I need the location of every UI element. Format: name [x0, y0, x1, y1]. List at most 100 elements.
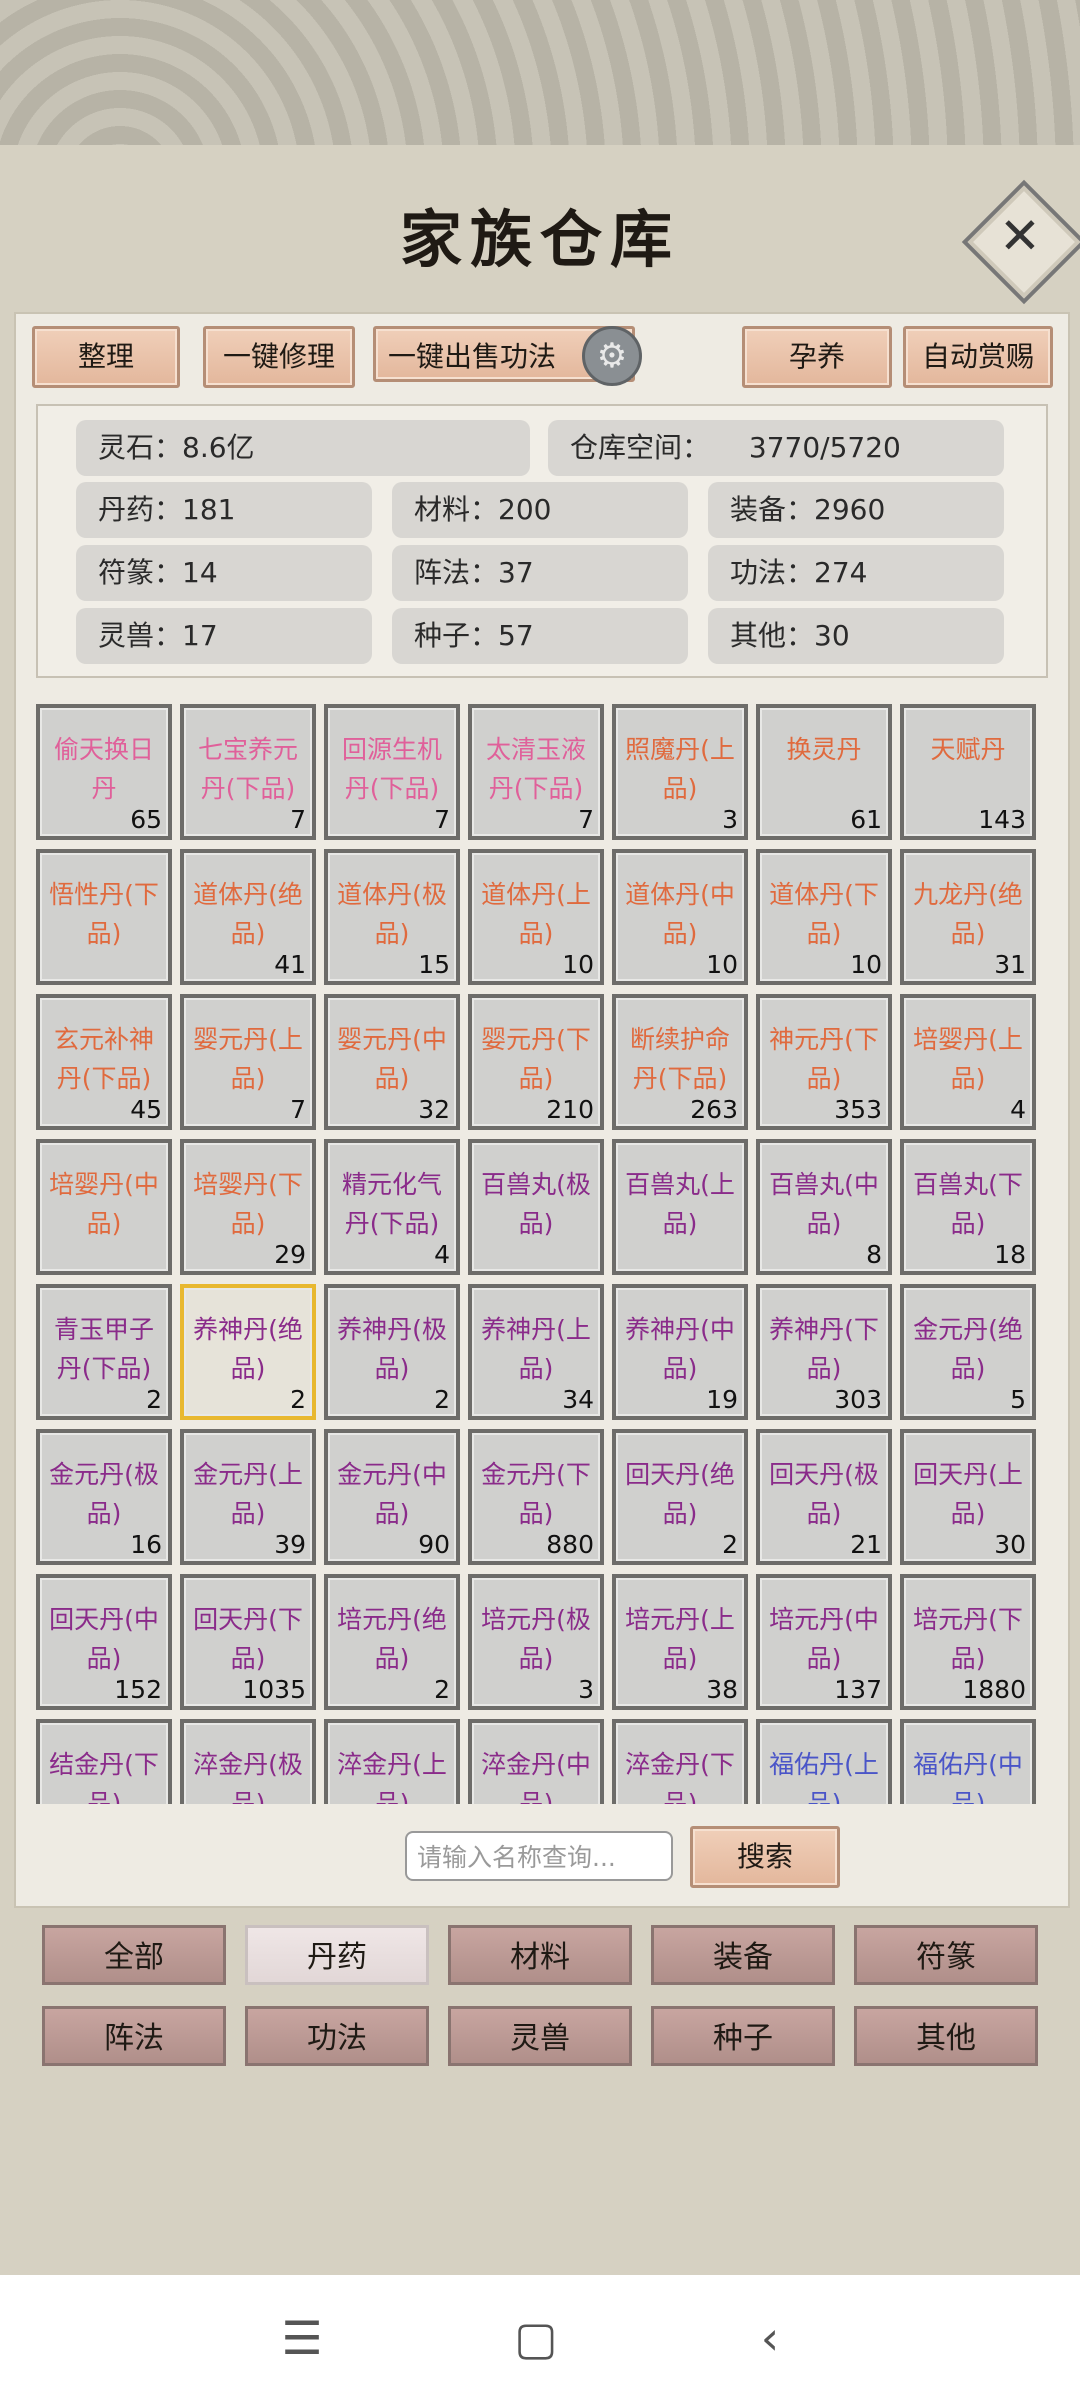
item-slot[interactable]: 培元丹(绝品) 2 — [324, 1574, 460, 1710]
item-slot[interactable]: 回天丹(上品) 30 — [900, 1429, 1036, 1565]
search-input[interactable]: 请输入名称查询... — [405, 1831, 673, 1881]
item-slot[interactable]: 金元丹(中品) 90 — [324, 1429, 460, 1565]
item-name: 培婴丹(下品) — [193, 1170, 303, 1238]
item-count: 2 — [290, 1385, 306, 1414]
item-count: 880 — [546, 1530, 594, 1559]
item-slot[interactable]: 道体丹(上品) 10 — [468, 849, 604, 985]
tab-5[interactable]: 阵法 — [42, 2006, 226, 2066]
item-slot[interactable]: 道体丹(绝品) 41 — [180, 849, 316, 985]
item-slot[interactable]: 照魔丹(上品) 3 — [612, 704, 748, 840]
tab-0[interactable]: 全部 — [42, 1925, 226, 1985]
item-slot[interactable]: 断续护命丹(下品) 263 — [612, 994, 748, 1130]
item-slot[interactable]: 太清玉液丹(下品) 7 — [468, 704, 604, 840]
item-slot[interactable]: 偷天换日丹 65 — [36, 704, 172, 840]
item-slot[interactable]: 七宝养元丹(下品) 7 — [180, 704, 316, 840]
item-slot[interactable]: 百兽丸(上品) — [612, 1139, 748, 1275]
home-icon[interactable]: ▢ — [496, 2298, 576, 2378]
item-slot[interactable]: 回天丹(下品) 1035 — [180, 1574, 316, 1710]
item-slot[interactable]: 培元丹(下品) 1880 — [900, 1574, 1036, 1710]
item-slot[interactable]: 玄元补神丹(下品) 45 — [36, 994, 172, 1130]
item-slot[interactable]: 金元丹(绝品) 5 — [900, 1284, 1036, 1420]
skills-stat: 功法：274 — [708, 545, 1004, 601]
item-slot[interactable]: 金元丹(下品) 880 — [468, 1429, 604, 1565]
tab-3[interactable]: 装备 — [651, 1925, 835, 1985]
item-slot[interactable]: 福佑丹(中品) — [900, 1719, 1036, 1804]
item-slot[interactable]: 养神丹(绝品) 2 — [180, 1284, 316, 1420]
item-slot[interactable]: 道体丹(中品) 10 — [612, 849, 748, 985]
organize-button[interactable]: 整理 — [32, 326, 180, 388]
item-name: 金元丹(下品) — [481, 1460, 591, 1528]
item-slot[interactable]: 百兽丸(下品) 18 — [900, 1139, 1036, 1275]
item-slot[interactable]: 神元丹(下品) 353 — [756, 994, 892, 1130]
item-slot[interactable]: 精元化气丹(下品) 4 — [324, 1139, 460, 1275]
item-count: 41 — [274, 950, 306, 979]
item-slot[interactable]: 培元丹(中品) 137 — [756, 1574, 892, 1710]
item-name: 养神丹(绝品) — [193, 1315, 303, 1383]
tab-2[interactable]: 材料 — [448, 1925, 632, 1985]
item-slot[interactable]: 百兽丸(中品) 8 — [756, 1139, 892, 1275]
item-slot[interactable]: 婴元丹(上品) 7 — [180, 994, 316, 1130]
item-slot[interactable]: 金元丹(极品) 16 — [36, 1429, 172, 1565]
item-slot[interactable]: 悟性丹(下品) — [36, 849, 172, 985]
item-count: 10 — [562, 950, 594, 979]
item-slot[interactable]: 培元丹(极品) 3 — [468, 1574, 604, 1710]
item-name: 婴元丹(上品) — [193, 1025, 303, 1093]
item-count: 16 — [130, 1530, 162, 1559]
item-slot[interactable]: 婴元丹(下品) 210 — [468, 994, 604, 1130]
item-slot[interactable]: 淬金丹(中品) — [468, 1719, 604, 1804]
formations-stat: 阵法：37 — [392, 545, 688, 601]
item-slot[interactable]: 金元丹(上品) 39 — [180, 1429, 316, 1565]
gear-icon[interactable]: ⚙ — [582, 326, 642, 386]
item-count: 15 — [418, 950, 450, 979]
item-count: 152 — [114, 1675, 162, 1704]
item-slot[interactable]: 换灵丹 61 — [756, 704, 892, 840]
close-icon[interactable]: ✕ — [984, 200, 1056, 272]
item-slot[interactable]: 九龙丹(绝品) 31 — [900, 849, 1036, 985]
tab-7[interactable]: 灵兽 — [448, 2006, 632, 2066]
item-slot[interactable]: 淬金丹(下品) — [612, 1719, 748, 1804]
item-slot[interactable]: 回天丹(中品) 152 — [36, 1574, 172, 1710]
menu-icon[interactable]: ☰ — [262, 2298, 342, 2378]
item-slot[interactable]: 福佑丹(上品) — [756, 1719, 892, 1804]
item-slot[interactable]: 养神丹(极品) 2 — [324, 1284, 460, 1420]
item-name: 神元丹(下品) — [769, 1025, 879, 1093]
tab-4[interactable]: 符篆 — [854, 1925, 1038, 1985]
tab-1[interactable]: 丹药 — [245, 1925, 429, 1985]
nurture-button[interactable]: 孕养 — [742, 326, 892, 388]
item-slot[interactable]: 青玉甲子丹(下品) 2 — [36, 1284, 172, 1420]
item-slot[interactable]: 养神丹(中品) 19 — [612, 1284, 748, 1420]
item-slot[interactable]: 培元丹(上品) 38 — [612, 1574, 748, 1710]
item-slot[interactable]: 道体丹(极品) 15 — [324, 849, 460, 985]
item-slot[interactable]: 培婴丹(上品) 4 — [900, 994, 1036, 1130]
auto-reward-button[interactable]: 自动赏赐 — [903, 326, 1053, 388]
item-slot[interactable]: 天赋丹 143 — [900, 704, 1036, 840]
item-name: 断续护命丹(下品) — [629, 1025, 730, 1093]
item-slot[interactable]: 养神丹(上品) 34 — [468, 1284, 604, 1420]
back-icon[interactable]: ‹ — [730, 2298, 810, 2378]
item-slot[interactable]: 结金丹(下品) — [36, 1719, 172, 1804]
storage-value: 3770/5720 — [748, 431, 901, 464]
item-slot[interactable]: 回天丹(极品) 21 — [756, 1429, 892, 1565]
item-slot[interactable]: 回源生机丹(下品) 7 — [324, 704, 460, 840]
item-name: 淬金丹(中品) — [481, 1750, 591, 1804]
repair-all-button[interactable]: 一键修理 — [203, 326, 355, 388]
tab-8[interactable]: 种子 — [651, 2006, 835, 2066]
item-slot[interactable]: 培婴丹(下品) 29 — [180, 1139, 316, 1275]
tab-9[interactable]: 其他 — [854, 2006, 1038, 2066]
item-slot[interactable]: 淬金丹(极品) — [180, 1719, 316, 1804]
item-slot[interactable]: 养神丹(下品) 303 — [756, 1284, 892, 1420]
search-button[interactable]: 搜索 — [690, 1826, 840, 1888]
item-slot[interactable]: 回天丹(绝品) 2 — [612, 1429, 748, 1565]
tab-6[interactable]: 功法 — [245, 2006, 429, 2066]
item-slot[interactable]: 道体丹(下品) 10 — [756, 849, 892, 985]
item-count: 32 — [418, 1095, 450, 1124]
item-slot[interactable]: 培婴丹(中品) — [36, 1139, 172, 1275]
item-name: 金元丹(上品) — [193, 1460, 303, 1528]
item-name: 百兽丸(上品) — [625, 1170, 735, 1238]
item-slot[interactable]: 婴元丹(中品) 32 — [324, 994, 460, 1130]
item-name: 金元丹(中品) — [337, 1460, 447, 1528]
item-slot[interactable]: 百兽丸(极品) — [468, 1139, 604, 1275]
item-name: 九龙丹(绝品) — [913, 880, 1023, 948]
item-slot[interactable]: 淬金丹(上品) — [324, 1719, 460, 1804]
item-count: 2 — [146, 1385, 162, 1414]
